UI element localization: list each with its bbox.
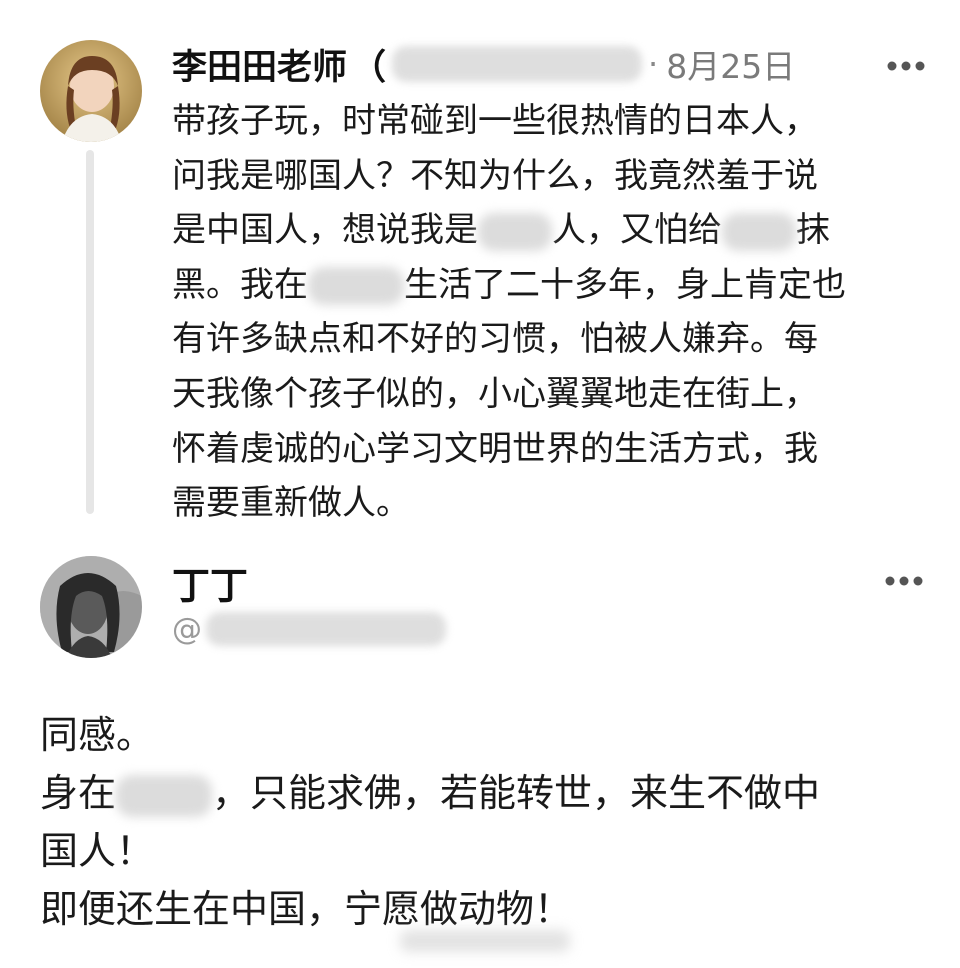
redacted-word [308,267,404,306]
redacted-word [478,212,552,251]
post-text-line: 黑。我在 生活了二十多年，身上肯定也 [172,264,846,306]
thread-connector-line [86,150,94,514]
post-text: 带孩子玩，时常碰到一些很热情的日本人， 问我是哪国人？不知为什么，我竟然羞于说 … [172,94,912,531]
reply-author-avatar[interactable] [40,556,142,658]
redacted-word [722,212,796,251]
reply-text-line: 国人！ [40,829,155,873]
author-avatar[interactable] [40,40,142,142]
avatar-photo [40,556,142,658]
reply-text-line: 身在 ，只能求佛，若能转世，来生不做中 [40,771,821,817]
author-name[interactable]: 李田田老师 [172,39,347,90]
more-horizontal-icon[interactable] [886,60,926,72]
post-header: 李田田老师 （ · 8月25日 [172,38,795,90]
redacted-handle [206,612,446,646]
author-handle-paren: （ [351,47,387,88]
post-text-line: 问我是哪国人？不知为什么，我竟然羞于说 [172,155,818,196]
post-text-line: 有许多缺点和不好的习惯，怕被人嫌弃。每 [172,319,818,360]
separator-dot: · [648,45,659,83]
reply-text: 同感。 身在 ，只能求佛，若能转世，来生不做中 国人！ 即便还生在中国，宁愿做动物… [40,706,920,938]
post-date[interactable]: 8月25日 [666,40,795,88]
handle-at-sign: @ [172,611,202,647]
post-text-line: 天我像个孩子似的，小心翼翼地走在街上， [172,373,818,414]
reply-handle: @ [172,607,446,651]
redacted-word [116,774,213,817]
post-text-line: 是中国人，想说我是 人，又怕给抹 [172,210,830,251]
post-text-line: 怀着虔诚的心学习文明世界的生活方式，我 [172,428,818,469]
reply-text-line: 同感。 [40,713,155,757]
post-text-line: 需要重新做人。 [172,483,410,524]
watermark [400,930,570,952]
redacted-handle [392,46,643,82]
avatar-photo [40,40,142,142]
reply-author-name[interactable]: 丁丁 [172,555,248,610]
post-text-line: 带孩子玩，时常碰到一些很热情的日本人， [172,101,818,141]
more-horizontal-icon[interactable] [884,575,924,587]
